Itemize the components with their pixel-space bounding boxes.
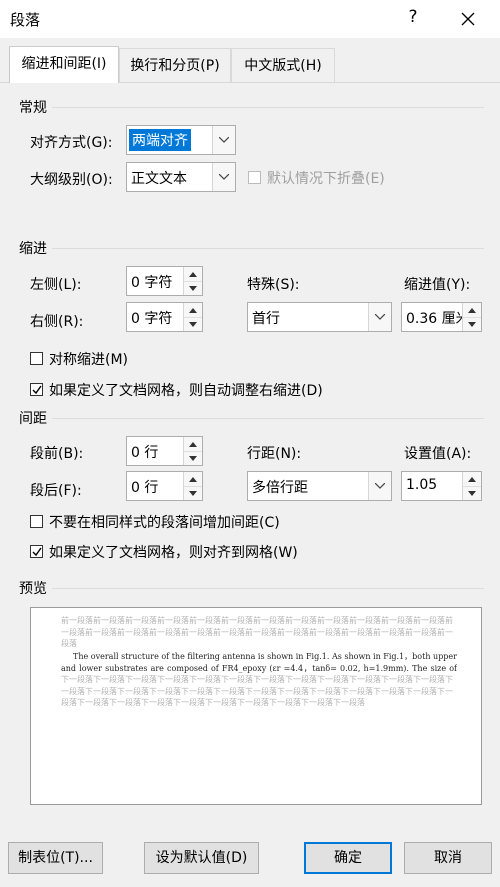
preview-next-paragraph: 下一段落下一段落下一段落下一段落下一段落下一段落下一段落下一段落下一段落下一段落… [61, 675, 453, 707]
spin-up-button[interactable] [463, 472, 481, 487]
indent-left-label: 左侧(L): [30, 277, 82, 293]
cancel-button[interactable]: 取消 [404, 842, 492, 874]
spin-down-button[interactable] [463, 317, 481, 331]
tab-indents-spacing[interactable]: 缩进和间距(I) [9, 46, 119, 83]
outline-level-select[interactable]: 正文文本 [126, 162, 236, 192]
indent-by-spinner[interactable]: 0.36 厘米 [401, 302, 482, 332]
indent-left-spinner[interactable]: 0 字符 [126, 266, 203, 296]
close-icon [461, 12, 475, 26]
preview-previous-paragraph: 前一段落前一段落前一段落前一段落前一段落前一段落前一段落前一段落前一段落前一段落… [61, 616, 453, 648]
collapse-checkbox[interactable] [248, 171, 261, 184]
line-spacing-value: 多倍行距 [252, 480, 308, 496]
line-spacing-at-spinner[interactable]: 1.05 [401, 471, 482, 501]
spacing-after-label: 段后(F): [30, 483, 82, 499]
snap-to-grid-label: 如果定义了文档网格，则对齐到网格(W) [49, 545, 298, 561]
section-general: 常规 [19, 100, 47, 116]
snap-to-grid-checkbox[interactable] [30, 545, 43, 558]
divider [52, 418, 484, 419]
spin-down-button[interactable] [184, 486, 202, 500]
outline-level-label: 大纲级别(O): [30, 172, 113, 188]
indent-right-spinner[interactable]: 0 字符 [126, 302, 203, 332]
collapse-label: 默认情况下折叠(E) [267, 171, 385, 187]
spin-up-button[interactable] [184, 267, 202, 282]
dialog-title: 段落 [10, 11, 41, 29]
preview-sample-text: The overall structure of the filtering a… [61, 652, 457, 673]
no-space-same-style-label: 不要在相同样式的段落间增加间距(C) [49, 515, 280, 531]
mirror-indents-label: 对称缩进(M) [49, 352, 129, 368]
chevron-down-icon [368, 303, 391, 331]
spin-down-button[interactable] [184, 451, 202, 465]
spacing-before-value: 0 行 [131, 445, 159, 461]
divider [52, 248, 484, 249]
line-spacing-select[interactable]: 多倍行距 [247, 471, 392, 501]
indent-right-value: 0 字符 [131, 311, 173, 327]
section-indentation: 缩进 [19, 241, 47, 257]
auto-adjust-right-indent-checkbox[interactable] [30, 383, 43, 396]
mirror-indents-checkbox[interactable] [30, 352, 43, 365]
spacing-after-spinner[interactable]: 0 行 [126, 471, 203, 501]
spin-down-button[interactable] [463, 486, 481, 500]
divider [52, 107, 484, 108]
spin-down-button[interactable] [184, 317, 202, 331]
spin-down-button[interactable] [184, 281, 202, 295]
indent-left-value: 0 字符 [131, 275, 173, 291]
spin-up-button[interactable] [184, 437, 202, 452]
indent-by-label: 缩进值(Y): [404, 277, 471, 293]
checkmark-icon [32, 385, 42, 395]
outline-level-value: 正文文本 [131, 171, 187, 187]
special-indent-value: 首行 [252, 311, 280, 327]
auto-adjust-right-indent-label: 如果定义了文档网格，则自动调整右缩进(D) [49, 383, 323, 399]
spacing-before-spinner[interactable]: 0 行 [126, 436, 203, 466]
chevron-down-icon [212, 126, 235, 154]
set-as-default-button[interactable]: 设为默认值(D) [144, 842, 259, 874]
title-bar [0, 0, 500, 38]
spacing-after-value: 0 行 [131, 480, 159, 496]
indent-right-label: 右侧(R): [30, 314, 84, 330]
indent-by-value: 0.36 厘米 [406, 311, 464, 327]
line-spacing-at-value: 1.05 [406, 477, 438, 493]
alignment-select[interactable]: 两端对齐 [126, 125, 236, 155]
help-button[interactable]: ? [404, 7, 422, 27]
chevron-down-icon [212, 163, 235, 191]
line-spacing-at-label: 设置值(A): [404, 446, 472, 462]
section-preview: 预览 [19, 581, 47, 597]
special-indent-select[interactable]: 首行 [247, 302, 392, 332]
spin-up-button[interactable] [184, 303, 202, 318]
tab-line-page-breaks[interactable]: 换行和分页(P) [119, 48, 231, 82]
special-label: 特殊(S): [247, 277, 300, 293]
close-button[interactable] [455, 6, 481, 32]
spin-up-button[interactable] [463, 303, 481, 318]
no-space-same-style-checkbox[interactable] [30, 515, 43, 528]
spacing-before-label: 段前(B): [30, 446, 84, 462]
checkmark-icon [32, 547, 42, 557]
ok-button[interactable]: 确定 [304, 842, 392, 874]
line-spacing-label: 行距(N): [247, 446, 302, 462]
tab-asian-typography[interactable]: 中文版式(H) [231, 48, 335, 82]
tabs-button[interactable]: 制表位(T)... [8, 842, 103, 874]
section-spacing: 间距 [19, 411, 47, 427]
divider [52, 588, 484, 589]
chevron-down-icon [368, 472, 391, 500]
alignment-label: 对齐方式(G): [30, 135, 113, 151]
alignment-value: 两端对齐 [129, 129, 191, 151]
preview-pane: 前一段落前一段落前一段落前一段落前一段落前一段落前一段落前一段落前一段落前一段落… [30, 607, 482, 805]
spin-up-button[interactable] [184, 472, 202, 487]
